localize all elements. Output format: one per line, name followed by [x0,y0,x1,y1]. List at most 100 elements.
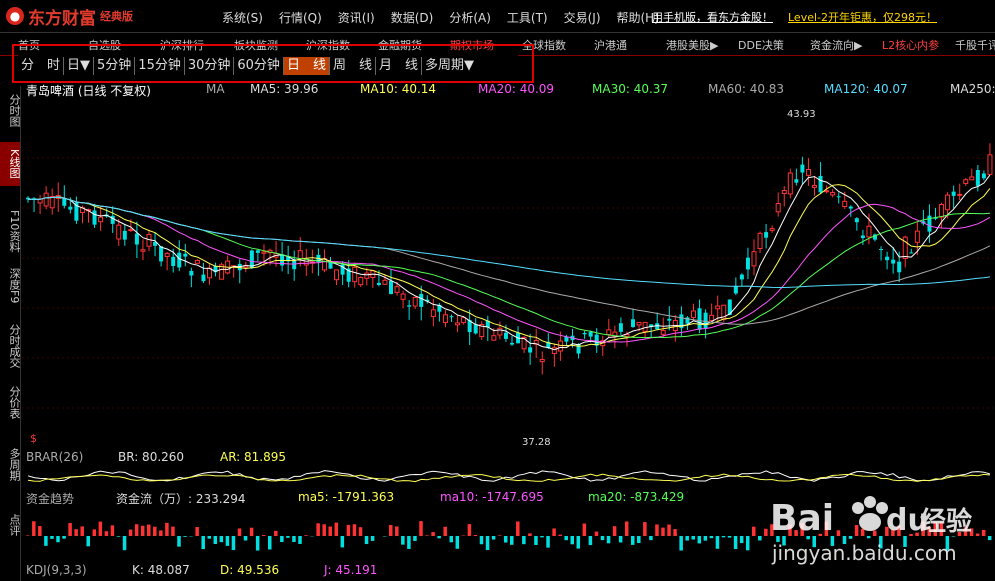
candle-body [62,198,67,206]
candle-body [582,332,587,335]
vtab-kline[interactable]: K线图 [0,142,21,186]
candle-body [400,293,406,300]
candle-body [781,189,787,195]
main-menu: 系统(S) 行情(Q) 资讯(I) 数据(D) 分析(A) 工具(T) 交易(J… [222,9,675,26]
promo-level2-link[interactable]: Level-2开年钜惠，仅298元！ [788,9,937,25]
dividend-marker-icon[interactable]: $ [30,432,37,445]
brar-title[interactable]: BRAR(26) [26,450,83,464]
flow-bar [522,536,526,545]
vtab-depth[interactable]: 深度F9 [0,264,21,308]
flow-bar [62,536,66,539]
flow-bar [249,527,254,536]
money-flow-ma5: ma5: -1791.363 [298,490,395,504]
candle-body [951,191,956,196]
low-price-label: 37.28 [522,437,551,448]
ma-line [27,196,991,343]
menu-item-system[interactable]: 系统(S) [222,9,263,26]
candle-body [618,323,623,332]
flow-bar [364,536,369,545]
flow-bar [558,534,562,536]
flow-bar [32,521,36,536]
flow-bar [612,526,617,536]
flow-bar [231,536,236,551]
flow-bar [697,536,702,544]
tab-l2-insight[interactable]: L2核心内参 [882,37,939,53]
flow-bar [346,524,351,536]
flow-bar [328,526,332,536]
watermark-cn: 经验 [920,506,972,537]
tab-hk-connect[interactable]: 沪港通 [594,37,627,53]
candle-body [588,331,593,337]
flow-bar [322,524,326,536]
flow-bar [177,536,181,547]
tab-comments[interactable]: 千股千评 [955,37,995,53]
flow-bar [268,536,272,550]
flow-bar [407,536,411,549]
vtab-intraday[interactable]: 分时图 [0,88,21,132]
ma-label[interactable]: MA [206,82,225,96]
candle-body [824,190,830,193]
menu-item-tools[interactable]: 工具(T) [507,9,548,26]
menu-item-trade[interactable]: 交易(J) [564,9,601,26]
kline-chart[interactable]: 43.93 37.28 $ [22,98,995,450]
candle-body [407,305,412,307]
flow-bar [485,536,490,551]
flow-bar [594,531,599,536]
menu-item-analysis[interactable]: 分析(A) [449,9,491,26]
candle-body [836,196,841,198]
candle-body [909,252,914,254]
flow-bar [715,536,720,549]
flow-bar [50,536,54,539]
menu-item-news[interactable]: 资讯(I) [338,9,375,26]
tab-dde[interactable]: DDE决策 [738,37,784,53]
candle-body [709,314,715,322]
tab-money-flow[interactable]: 资金流向▶ [810,37,862,53]
candle-body [818,175,823,193]
vtab-multi-period[interactable]: 多周期 [0,442,21,486]
flow-bar [661,527,665,536]
vtab-comment[interactable]: 点评 [0,510,21,540]
menu-item-quotes[interactable]: 行情(Q) [279,9,322,26]
flow-bar [225,536,230,546]
flow-bar [165,522,169,536]
promo-mobile-link[interactable]: 用手机版，看东方金股！ [652,9,773,25]
paw-icon [852,496,888,531]
candlestick-series [26,143,993,375]
candle-body [660,330,666,335]
candle-body [376,282,381,285]
left-view-tabs: 分时图 K线图 F10资料 深度F9 分时成交 分价表 多周期 点评 [0,86,21,581]
ma120-value: MA120: 40.07 [824,82,908,96]
flow-bar [637,536,641,544]
flow-bar [68,523,72,536]
flow-bar [425,535,429,536]
candle-body [177,252,182,268]
money-flow-title[interactable]: 资金趋势 [26,490,74,507]
menu-item-data[interactable]: 数据(D) [391,9,434,26]
candle-body [140,249,146,252]
flow-bar [431,532,435,536]
candle-body [891,259,896,264]
ma10-value: MA10: 40.14 [360,82,437,96]
top-menu-bar: ● 东方财富 经典版 系统(S) 行情(Q) 资讯(I) 数据(D) 分析(A)… [0,0,995,33]
candle-body [751,251,757,267]
vtab-f10[interactable]: F10资料 [0,206,21,256]
candle-body [739,274,744,280]
candle-body [491,335,497,341]
candle-body [473,324,478,334]
vtab-price-table[interactable]: 分价表 [0,380,21,424]
flow-bar [213,536,218,544]
flow-bar [733,536,738,550]
highlight-box [12,44,534,83]
candle-body [539,359,545,363]
vtab-ticks[interactable]: 分时成交 [0,320,21,372]
candle-body [860,235,865,238]
flow-bar [358,527,363,536]
flow-bar [237,528,242,536]
flow-bar [38,526,42,536]
flow-bar [316,523,320,536]
flow-bar [473,535,478,536]
kdj-title[interactable]: KDJ(9,3,3) [26,563,87,577]
candle-body [800,164,805,173]
tab-hk-us[interactable]: 港股美股▶ [666,37,718,53]
flow-bar [667,524,671,536]
